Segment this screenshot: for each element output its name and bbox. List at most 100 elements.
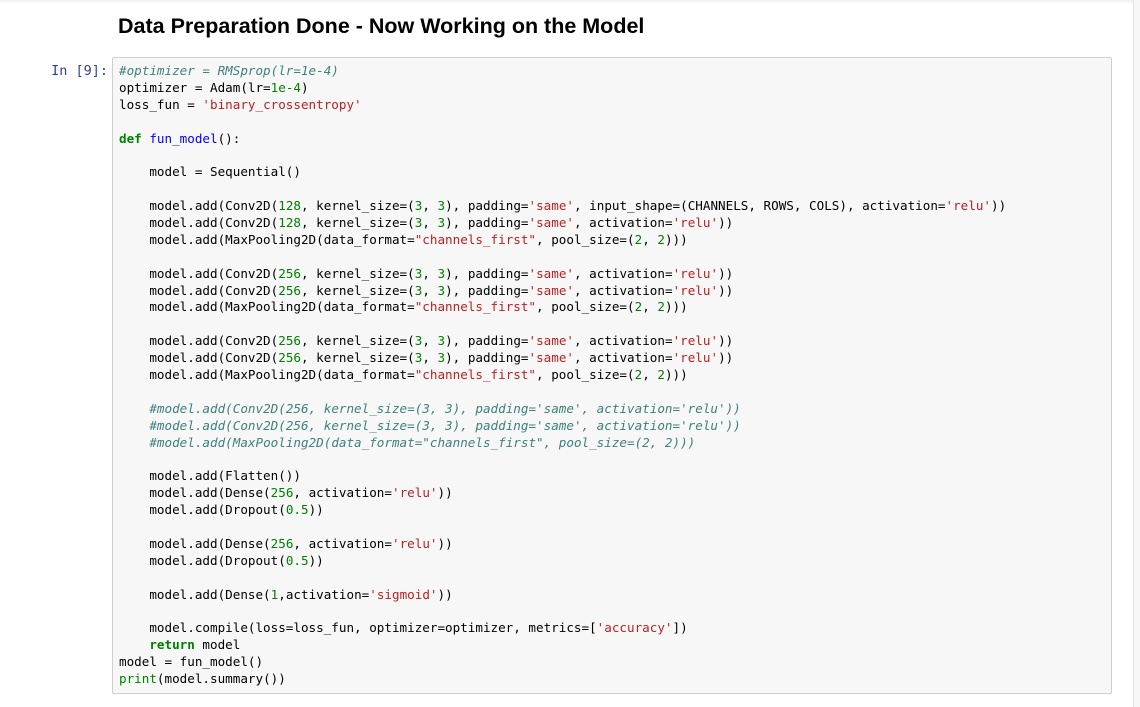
- input-prompt: In [9]:: [51, 63, 108, 79]
- code-text: ), padding=: [445, 350, 529, 366]
- code-text: , pool_size=(: [536, 231, 635, 247]
- code-text: ))): [664, 299, 688, 315]
- code-text: model.add(Conv2D(: [119, 282, 279, 298]
- code-line: model.add(Dropout(0.5)): [119, 553, 1006, 570]
- code-text: ,activation=: [278, 586, 370, 602]
- code-text: , kernel_size=(: [300, 215, 415, 231]
- number-token: 256: [278, 265, 301, 281]
- code-text: ]): [672, 620, 688, 636]
- code-text: model = fun_model(): [119, 654, 264, 670]
- code-line: ​: [119, 147, 1006, 164]
- code-text: , pool_size=(: [536, 367, 635, 383]
- number-token: 3: [437, 265, 446, 281]
- builtin-token: print: [119, 671, 157, 687]
- code-content[interactable]: #optimizer = RMSprop(lr=1e-4) optimizer =…: [119, 63, 1006, 688]
- code-line: #optimizer = RMSprop(lr=1e-4): [119, 63, 1006, 80]
- string-token: 'relu': [672, 333, 719, 349]
- code-line: model.add(Conv2D(128, kernel_size=(3, 3)…: [119, 198, 1006, 215]
- code-text: model.add(MaxPooling2D(data_format=: [119, 299, 415, 315]
- code-text: model.add(Conv2D(: [119, 333, 279, 349]
- code-text: , activation=: [573, 265, 673, 281]
- code-text: , kernel_size=(: [300, 350, 415, 366]
- code-text: model.add(Dropout(: [119, 502, 286, 518]
- string-token: 'accuracy': [596, 620, 673, 636]
- code-cell-editor[interactable]: #optimizer = RMSprop(lr=1e-4) optimizer =…: [112, 57, 1112, 694]
- comment-token: #model.add(Conv2D(256, kernel_size=(3, 3…: [149, 417, 741, 433]
- string-token: 'same': [528, 282, 574, 298]
- code-text: ), padding=: [445, 282, 529, 298]
- code-text: ,: [422, 215, 438, 231]
- code-text: , kernel_size=(: [300, 282, 415, 298]
- string-token: 'relu': [672, 282, 719, 298]
- code-text: ():: [217, 130, 241, 146]
- code-text: , kernel_size=(: [300, 198, 415, 214]
- code-text: ,: [642, 299, 658, 315]
- number-token: 0.5: [285, 502, 309, 518]
- code-line: optimizer = Adam(lr=1e-4): [119, 80, 1006, 97]
- number-token: 256: [270, 535, 294, 551]
- code-text: model.add(Conv2D(: [119, 265, 279, 281]
- number-token: 256: [270, 485, 294, 501]
- string-token: 'same': [528, 350, 574, 366]
- number-token: 256: [278, 350, 301, 366]
- code-text: , activation=: [573, 350, 673, 366]
- string-token: 'same': [528, 198, 574, 214]
- code-line: loss_fun = 'binary_crossentropy': [119, 97, 1006, 114]
- code-line: ​: [119, 604, 1006, 621]
- number-token: 3: [437, 350, 446, 366]
- code-text: , activation=: [573, 215, 673, 231]
- code-text: ), padding=: [445, 198, 529, 214]
- code-text: ), padding=: [445, 215, 529, 231]
- code-text: , pool_size=(: [536, 299, 635, 315]
- string-token: "channels_first": [414, 231, 537, 247]
- code-text: ,: [642, 367, 658, 383]
- code-text: model = Sequential(): [119, 164, 301, 180]
- code-line: ​: [119, 181, 1006, 198]
- code-text: , kernel_size=(: [300, 265, 415, 281]
- code-text: ,: [422, 333, 438, 349]
- string-token: 'sigmoid': [369, 586, 438, 602]
- code-text: , activation=: [293, 485, 392, 501]
- code-text: model.add(MaxPooling2D(data_format=: [119, 367, 415, 383]
- code-line: model.add(Dense(256, activation='relu')): [119, 485, 1006, 502]
- code-line: model.add(Conv2D(256, kernel_size=(3, 3)…: [119, 266, 1006, 283]
- code-text: , kernel_size=(: [300, 333, 415, 349]
- string-token: 'relu': [672, 265, 719, 281]
- code-line: model.add(MaxPooling2D(data_format="chan…: [119, 367, 1006, 384]
- code-line: #model.add(Conv2D(256, kernel_size=(3, 3…: [119, 401, 1006, 418]
- code-text: ), padding=: [445, 333, 529, 349]
- markdown-heading: Data Preparation Done - Now Working on t…: [118, 14, 645, 38]
- number-token: 3: [437, 282, 446, 298]
- code-text: , activation=: [573, 282, 673, 298]
- scrollbar-track[interactable]: [1134, 0, 1140, 707]
- code-text: )): [437, 485, 453, 501]
- code-text: )): [308, 502, 324, 518]
- string-token: 'relu': [391, 485, 438, 501]
- code-text: )): [437, 586, 453, 602]
- comment-token: #model.add(Conv2D(256, kernel_size=(3, 3…: [149, 400, 741, 416]
- code-text: model.add(Dense(: [119, 586, 271, 602]
- code-line: model.compile(loss=loss_fun, optimizer=o…: [119, 620, 1006, 637]
- code-text: model.add(Dropout(: [119, 552, 286, 568]
- code-line: #model.add(MaxPooling2D(data_format="cha…: [119, 435, 1006, 452]
- keyword-token: return: [149, 637, 195, 653]
- code-line: model.add(Dropout(0.5)): [119, 502, 1006, 519]
- code-text: model.add(Dense(: [119, 485, 271, 501]
- code-text: )): [718, 350, 734, 366]
- code-text: )): [718, 282, 734, 298]
- code-text: (model.summary()): [156, 671, 286, 687]
- code-text: ,: [422, 350, 438, 366]
- code-text: optimizer = Adam(lr=: [119, 79, 271, 95]
- code-line: ​: [119, 570, 1006, 587]
- code-text: )): [991, 198, 1007, 214]
- comment-token: #model.add(MaxPooling2D(data_format="cha…: [149, 434, 696, 450]
- code-text: ,: [422, 198, 438, 214]
- code-text: ))): [664, 231, 688, 247]
- code-line: return model: [119, 637, 1006, 654]
- code-text: ,: [422, 282, 438, 298]
- number-token: 3: [437, 198, 446, 214]
- code-line: model.add(Conv2D(256, kernel_size=(3, 3)…: [119, 283, 1006, 300]
- number-token: 2: [657, 231, 665, 247]
